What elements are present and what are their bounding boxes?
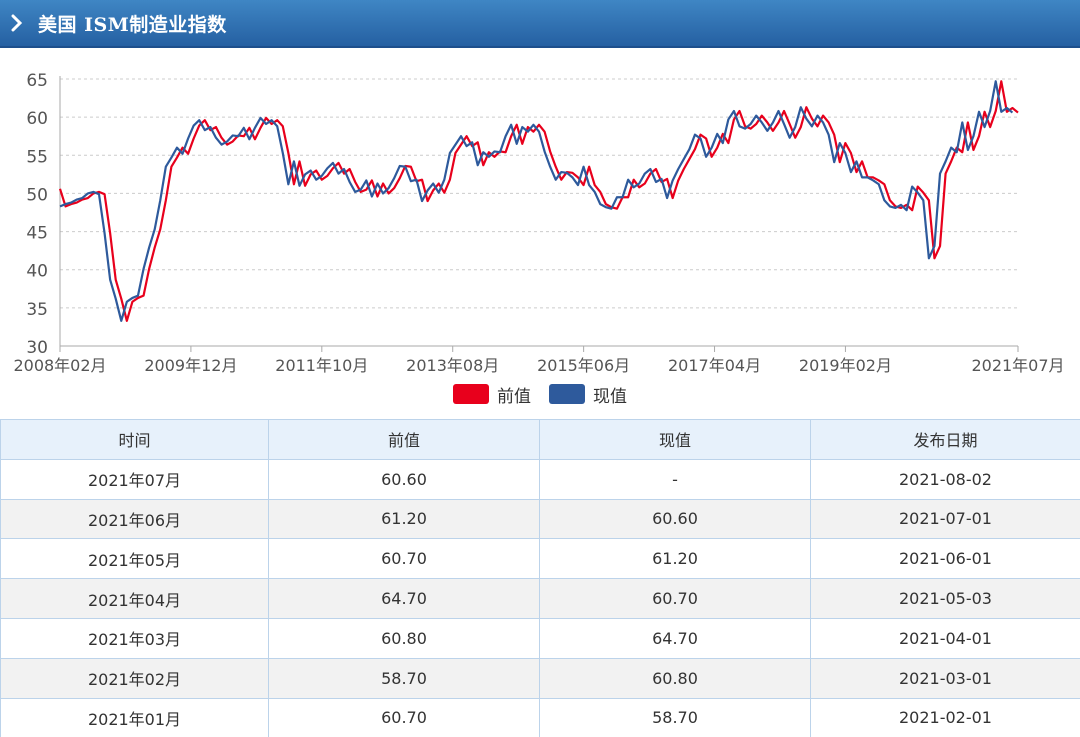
- x-tick-label: 2017年04月: [668, 356, 761, 375]
- y-tick-label: 65: [26, 71, 48, 91]
- cell-prev: 58.70: [268, 658, 540, 699]
- col-header-curr[interactable]: 现值: [539, 419, 811, 460]
- col-header-time[interactable]: 时间: [0, 419, 269, 460]
- chart-axes: 30 35 40 45 50 55 60 65 2008年02月 2009年12月 2011年10月…: [13, 71, 1064, 375]
- cell-curr: 60.80: [539, 658, 811, 699]
- legend-swatch-prev: [453, 384, 489, 404]
- page-header: 美国 ISM制造业指数: [0, 0, 1080, 48]
- x-tick-label: 2021年07月: [971, 356, 1064, 375]
- table-row: 2021年01月 60.70 58.70 2021-02-01: [0, 698, 1080, 737]
- cell-time: 2021年01月: [0, 698, 269, 737]
- y-tick-label: 45: [26, 224, 48, 244]
- table-row: 2021年02月 58.70 60.80 2021-03-01: [0, 658, 1080, 699]
- data-table: 时间 前值 现值 发布日期 2021年07月 60.60 - 2021-08-0…: [0, 419, 1080, 737]
- table-row: 2021年04月 64.70 60.70 2021-05-03: [0, 578, 1080, 619]
- cell-prev: 61.20: [268, 499, 540, 540]
- cell-date: 2021-02-01: [810, 698, 1080, 737]
- cell-time: 2021年04月: [0, 578, 269, 619]
- x-tick-label: 2008年02月: [13, 356, 106, 375]
- cell-date: 2021-05-03: [810, 578, 1080, 619]
- cell-date: 2021-08-02: [810, 459, 1080, 500]
- table-row: 2021年07月 60.60 - 2021-08-02: [0, 459, 1080, 500]
- cell-prev: 60.80: [268, 618, 540, 659]
- y-tick-label: 55: [26, 147, 48, 167]
- cell-curr: -: [539, 459, 811, 500]
- y-tick-label: 50: [26, 185, 48, 205]
- cell-date: 2021-04-01: [810, 618, 1080, 659]
- cell-prev: 60.60: [268, 459, 540, 500]
- col-header-prev[interactable]: 前值: [268, 419, 540, 460]
- x-tick-label: 2009年12月: [144, 356, 237, 375]
- cell-date: 2021-03-01: [810, 658, 1080, 699]
- y-tick-label: 35: [26, 300, 48, 320]
- legend-label-prev: 前值: [497, 386, 531, 407]
- y-tick-label: 40: [26, 262, 48, 282]
- table-row: 2021年06月 61.20 60.60 2021-07-01: [0, 499, 1080, 540]
- ism-line-chart: 30 35 40 45 50 55 60 65 2008年02月 2009年12月 2011年10月…: [13, 71, 1064, 375]
- chart-series: [58, 80, 1019, 322]
- cell-curr: 60.60: [539, 499, 811, 540]
- cell-prev: 60.70: [268, 538, 540, 580]
- cell-curr: 64.70: [539, 618, 811, 659]
- col-header-date[interactable]: 发布日期: [810, 419, 1080, 460]
- page-title: 美国 ISM制造业指数: [38, 13, 227, 36]
- legend-item-curr[interactable]: 现值: [549, 382, 627, 407]
- cell-prev: 64.70: [268, 578, 540, 619]
- table-row: 2021年03月 60.80 64.70 2021-04-01: [0, 618, 1080, 659]
- cell-curr: 61.20: [539, 538, 811, 580]
- chart-legend: 前值 现值: [0, 380, 1080, 408]
- legend-label-curr: 现值: [593, 386, 627, 407]
- x-tick-label: 2019年02月: [799, 356, 892, 375]
- cell-curr: 60.70: [539, 578, 811, 619]
- cell-prev: 60.70: [268, 698, 540, 737]
- cell-time: 2021年03月: [0, 618, 269, 659]
- cell-curr: 58.70: [539, 698, 811, 737]
- chevron-right-icon[interactable]: [0, 0, 34, 47]
- table-row: 2021年05月 60.70 61.20 2021-06-01: [0, 538, 1080, 580]
- y-tick-label: 60: [26, 109, 48, 129]
- legend-swatch-curr: [549, 384, 585, 404]
- legend-item-prev[interactable]: 前值: [453, 382, 531, 407]
- cell-time: 2021年06月: [0, 499, 269, 540]
- cell-time: 2021年02月: [0, 658, 269, 699]
- cell-date: 2021-07-01: [810, 499, 1080, 540]
- x-tick-label: 2011年10月: [275, 356, 368, 375]
- table-header-row: 时间 前值 现值 发布日期: [0, 419, 1080, 460]
- chart-gridlines: [60, 78, 1018, 309]
- x-tick-label: 2013年08月: [406, 356, 499, 375]
- x-tick-label: 2015年06月: [537, 356, 630, 375]
- cell-time: 2021年05月: [0, 538, 269, 580]
- y-tick-label: 30: [26, 338, 48, 358]
- cell-time: 2021年07月: [0, 459, 269, 500]
- cell-date: 2021-06-01: [810, 538, 1080, 580]
- series-line-0: [58, 80, 1019, 322]
